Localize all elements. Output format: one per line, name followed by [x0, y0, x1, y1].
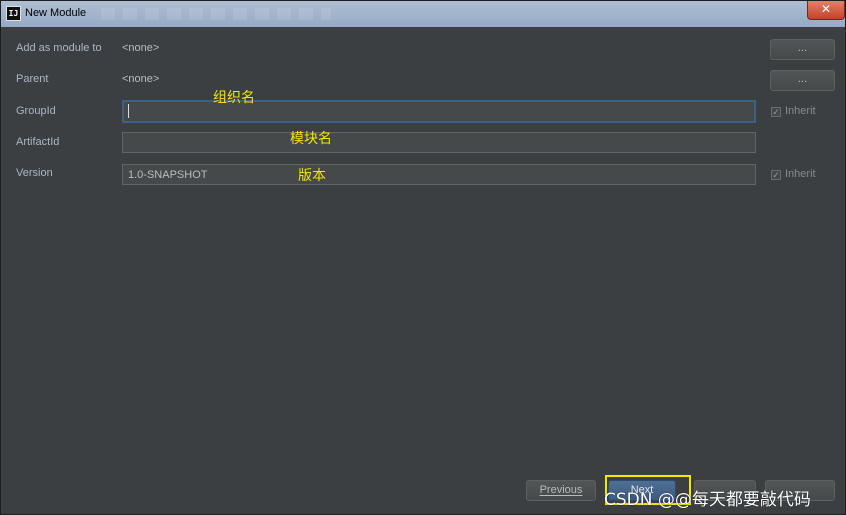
previous-button-label: Previous	[539, 484, 583, 496]
group-id-label: GroupId	[16, 105, 56, 117]
text-cursor	[128, 104, 129, 118]
group-id-inherit-checkbox[interactable]: ✓ Inherit	[771, 105, 816, 117]
add-as-module-browse-button[interactable]: ...	[770, 39, 835, 60]
new-module-dialog: IJ New Module ✕ Add as module to <none> …	[0, 0, 846, 515]
artifact-id-annotation: 模块名	[290, 131, 332, 147]
parent-label: Parent	[16, 73, 49, 85]
checkmark-icon: ✓	[771, 170, 781, 180]
title-bar: IJ New Module ✕	[1, 1, 845, 27]
parent-value: <none>	[122, 73, 160, 85]
version-input[interactable]	[122, 164, 756, 185]
version-inherit-label: Inherit	[785, 168, 816, 180]
checkmark-icon: ✓	[771, 107, 781, 117]
previous-button[interactable]: Previous	[526, 480, 596, 501]
add-as-module-label: Add as module to	[16, 42, 102, 54]
version-annotation: 版本	[298, 168, 326, 184]
artifact-id-input[interactable]	[122, 132, 756, 153]
group-id-inherit-label: Inherit	[785, 105, 816, 117]
title-bar-ghost-toolbar	[101, 8, 331, 20]
close-button[interactable]: ✕	[807, 1, 845, 20]
add-as-module-value: <none>	[122, 42, 160, 54]
version-label: Version	[16, 167, 53, 179]
group-id-annotation: 组织名	[213, 90, 255, 106]
intellij-app-icon: IJ	[6, 6, 21, 21]
parent-browse-button[interactable]: ...	[770, 70, 835, 91]
artifact-id-label: ArtifactId	[16, 136, 60, 148]
version-inherit-checkbox[interactable]: ✓ Inherit	[771, 168, 816, 180]
csdn-watermark: CSDN @@每天都要敲代码	[604, 490, 811, 510]
window-title: New Module	[25, 7, 87, 19]
